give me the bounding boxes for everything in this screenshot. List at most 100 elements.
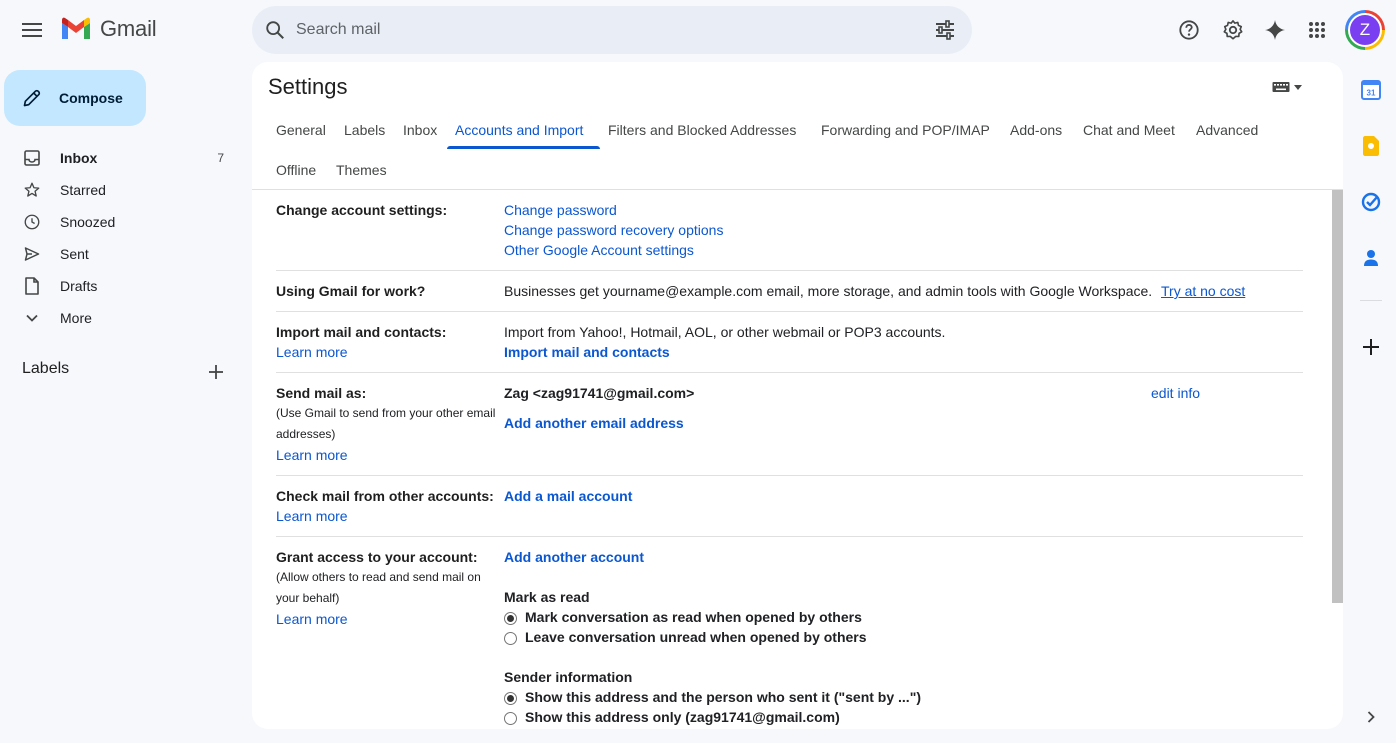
add-email-address-button[interactable]: Add another email address: [504, 415, 684, 431]
change-account-label: Change account settings:: [276, 202, 448, 218]
search-icon[interactable]: [264, 19, 286, 41]
search-options-icon[interactable]: [934, 20, 956, 40]
nav-item-inbox[interactable]: Inbox 7: [0, 142, 240, 174]
divider: [252, 189, 1343, 190]
contacts-app-button[interactable]: [1356, 243, 1386, 273]
learn-more-link[interactable]: Learn more: [276, 344, 348, 360]
send-as-address: Zag <zag91741@gmail.com>: [504, 385, 695, 401]
scrollbar-thumb[interactable]: [1332, 190, 1343, 603]
grant-access-label: Grant access to your account:: [276, 549, 478, 565]
divider: [276, 536, 1303, 537]
learn-more-link[interactable]: Learn more: [276, 508, 348, 524]
gear-icon: [1222, 19, 1244, 41]
gemini-button[interactable]: [1255, 10, 1295, 50]
show-address-only-option[interactable]: Show this address only (zag91741@gmail.c…: [525, 709, 840, 725]
nav-item-label: Starred: [60, 182, 106, 198]
get-addons-button[interactable]: [1356, 332, 1386, 362]
tasks-icon: [1361, 192, 1381, 212]
learn-more-link[interactable]: Learn more: [276, 611, 348, 627]
recovery-options-link[interactable]: Change password recovery options: [504, 222, 723, 238]
tab-themes[interactable]: Themes: [336, 162, 387, 182]
tasks-app-button[interactable]: [1356, 187, 1386, 217]
tab-add-ons[interactable]: Add-ons: [1010, 122, 1062, 142]
mark-read-option[interactable]: Mark conversation as read when opened by…: [525, 609, 862, 625]
show-address-only-radio[interactable]: [504, 712, 517, 725]
tab-offline[interactable]: Offline: [276, 162, 316, 182]
divider: [276, 372, 1303, 373]
gmail-logo[interactable]: Gmail: [60, 16, 157, 42]
help-icon: [1178, 19, 1200, 41]
nav-item-sent[interactable]: Sent: [0, 238, 240, 270]
nav-item-more[interactable]: More: [0, 302, 240, 334]
contacts-icon: [1363, 249, 1379, 267]
search-input[interactable]: Search mail: [296, 21, 934, 39]
tab-accounts-and-import[interactable]: Accounts and Import: [455, 122, 583, 142]
show-sender-option[interactable]: Show this address and the person who sen…: [525, 689, 921, 705]
edit-info-link[interactable]: edit info: [1151, 385, 1200, 401]
pencil-icon: [22, 88, 42, 108]
nav-item-snoozed[interactable]: Snoozed: [0, 206, 240, 238]
input-tools-button[interactable]: [1272, 81, 1302, 93]
active-tab-indicator: [447, 146, 600, 149]
sender-info-heading: Sender information: [504, 669, 633, 685]
plus-icon: [1363, 339, 1379, 355]
show-side-panel-button[interactable]: [1356, 702, 1386, 732]
tab-labels[interactable]: Labels: [344, 122, 385, 142]
send-mail-as-note: (Use Gmail to send from your other email…: [276, 406, 496, 441]
main-menu-button[interactable]: [12, 10, 52, 50]
svg-text:31: 31: [1367, 89, 1376, 98]
gmail-m-icon: [60, 17, 92, 41]
tab-inbox[interactable]: Inbox: [403, 122, 437, 142]
tab-advanced[interactable]: Advanced: [1196, 122, 1258, 142]
google-apps-button[interactable]: [1297, 10, 1337, 50]
inbox-icon: [22, 148, 42, 168]
add-another-account-button[interactable]: Add another account: [504, 549, 644, 565]
nav-item-label: Drafts: [60, 278, 98, 294]
settings-panel: Settings General Labels Inbox Accounts a…: [252, 62, 1343, 729]
divider: [276, 270, 1303, 271]
hamburger-icon: [22, 23, 42, 37]
send-icon: [22, 244, 42, 264]
change-password-link[interactable]: Change password: [504, 202, 617, 218]
divider: [276, 311, 1303, 312]
nav-item-label: Sent: [60, 246, 89, 262]
add-mail-account-button[interactable]: Add a mail account: [504, 488, 632, 504]
settings-button[interactable]: [1213, 10, 1253, 50]
show-sender-radio[interactable]: [504, 692, 517, 705]
gmail-work-text: Businesses get yourname@example.com emai…: [504, 283, 1153, 299]
keep-app-button[interactable]: [1356, 131, 1386, 161]
compose-button[interactable]: Compose: [4, 70, 146, 126]
create-label-button[interactable]: [204, 360, 228, 384]
chevron-down-icon: [22, 308, 42, 328]
nav-item-label: More: [60, 310, 92, 326]
import-mail-label: Import mail and contacts:: [276, 324, 447, 340]
calendar-app-button[interactable]: 31: [1356, 75, 1386, 105]
mark-read-radio[interactable]: [504, 612, 517, 625]
apps-grid-icon: [1308, 21, 1326, 39]
import-mail-button[interactable]: Import mail and contacts: [504, 344, 670, 360]
nav-item-drafts[interactable]: Drafts: [0, 270, 240, 302]
learn-more-link[interactable]: Learn more: [276, 447, 348, 463]
keep-icon: [1363, 136, 1379, 156]
tab-general[interactable]: General: [276, 122, 326, 142]
labels-heading: Labels: [22, 360, 70, 377]
keyboard-icon: [1272, 81, 1290, 93]
tab-filters[interactable]: Filters and Blocked Addresses: [608, 122, 796, 142]
calendar-icon: 31: [1361, 80, 1381, 100]
caret-down-icon: [1294, 84, 1302, 90]
tab-chat-and-meet[interactable]: Chat and Meet: [1083, 122, 1175, 142]
leave-unread-radio[interactable]: [504, 632, 517, 645]
tab-forwarding[interactable]: Forwarding and POP/IMAP: [821, 122, 990, 142]
account-button[interactable]: Z: [1345, 10, 1385, 50]
nav-item-starred[interactable]: Starred: [0, 174, 240, 206]
support-button[interactable]: [1169, 10, 1209, 50]
search-bar[interactable]: Search mail: [252, 6, 972, 54]
google-account-settings-link[interactable]: Other Google Account settings: [504, 242, 694, 258]
leave-unread-option[interactable]: Leave conversation unread when opened by…: [525, 629, 867, 645]
divider: [1360, 300, 1382, 301]
try-at-no-cost-link[interactable]: Try at no cost: [1161, 283, 1245, 299]
star-icon: [22, 180, 42, 200]
send-mail-as-label: Send mail as:: [276, 385, 367, 401]
chevron-right-icon: [1367, 711, 1375, 723]
unread-count: 7: [217, 151, 224, 165]
